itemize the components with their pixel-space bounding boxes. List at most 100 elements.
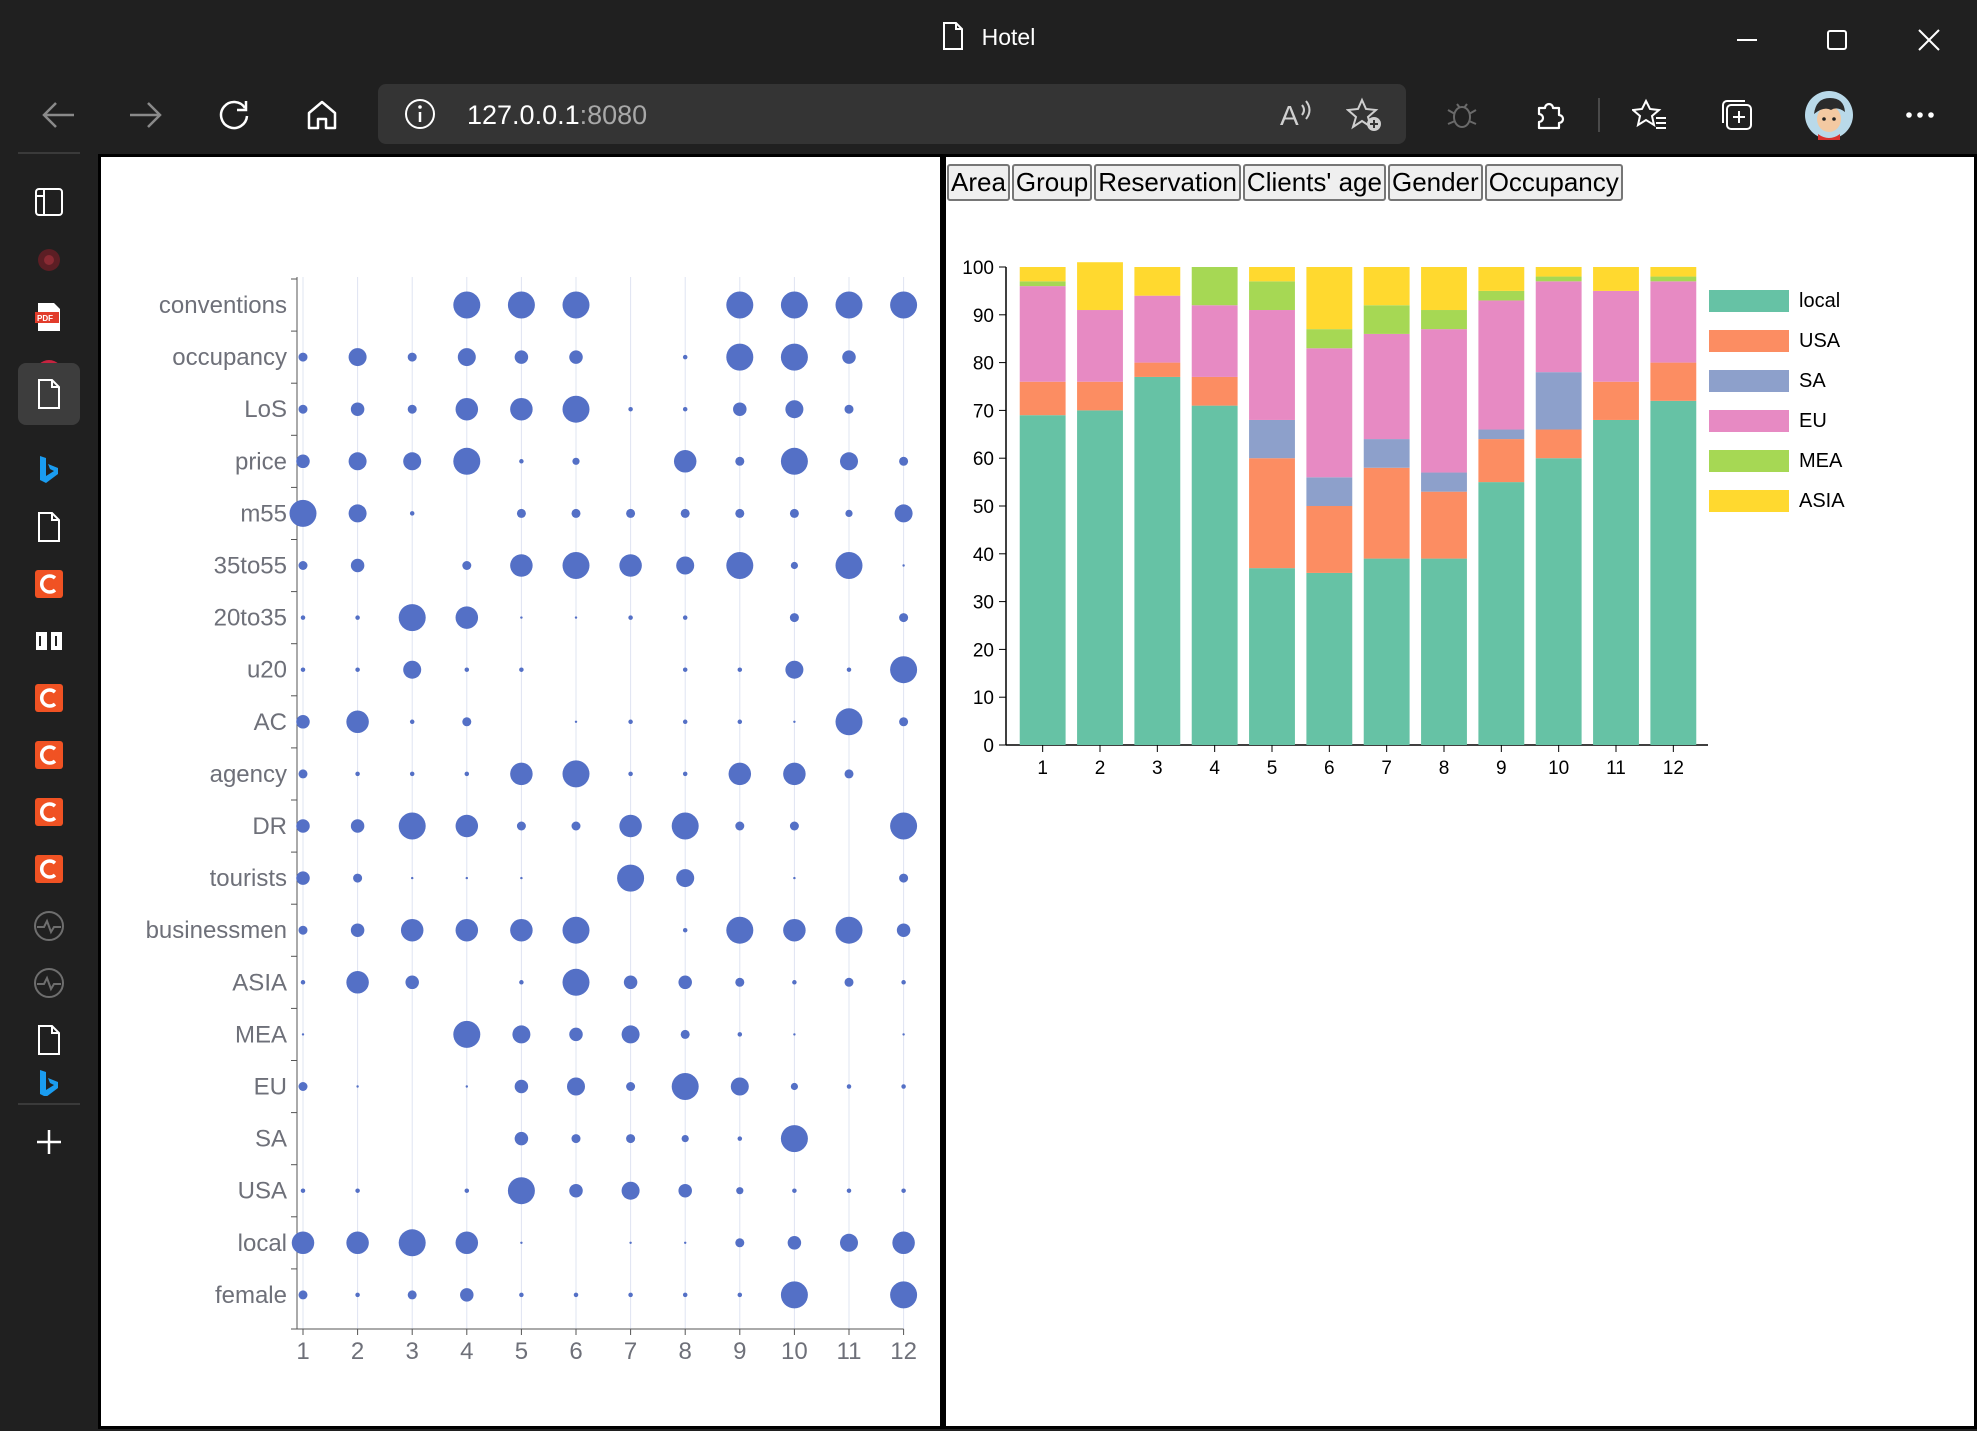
sidebar-item-tab-12[interactable] <box>24 787 74 837</box>
bubble-point <box>298 404 308 414</box>
bubble-point <box>510 397 533 421</box>
bubble-point <box>298 1082 308 1091</box>
collections-button[interactable] <box>1715 93 1759 137</box>
bar-segment-usa <box>1363 467 1410 559</box>
y-tick-label: 30 <box>973 593 994 614</box>
bubble-point <box>628 406 633 412</box>
extensions-button[interactable] <box>1528 93 1572 137</box>
bubble-point <box>726 291 754 319</box>
bubble-point <box>464 1188 470 1193</box>
bar-segment-eu <box>1019 286 1066 382</box>
toolbar-divider <box>1598 98 1600 132</box>
bubble-point <box>510 918 533 942</box>
bubble-point <box>350 819 365 833</box>
bar-segment-mea <box>1249 281 1295 311</box>
bubble-point <box>902 1033 905 1036</box>
bubble-point <box>460 1288 474 1302</box>
refresh-button[interactable] <box>212 93 256 137</box>
bubble-point <box>737 719 743 725</box>
sidebar-item-tab-13[interactable] <box>24 844 74 894</box>
bubble-point <box>846 1084 852 1089</box>
bar-segment-local <box>1019 415 1066 745</box>
more-options-button[interactable] <box>1898 93 1942 137</box>
sidebar-item-tab-3[interactable]: PDF <box>24 292 74 342</box>
c-logo-icon <box>35 741 63 769</box>
sidebar-item-tab-17[interactable] <box>24 1068 74 1096</box>
tab-gender[interactable]: Gender <box>1387 164 1483 201</box>
tab-area[interactable]: Area <box>947 164 1010 201</box>
close-button[interactable] <box>1899 18 1959 62</box>
read-aloud-icon[interactable]: A <box>1278 97 1314 136</box>
x-tick-label: 12 <box>890 1338 917 1365</box>
bubble-point <box>735 1238 745 1248</box>
bubble-point <box>398 812 426 840</box>
forward-button[interactable] <box>124 93 168 137</box>
c-logo-icon <box>35 684 63 712</box>
new-tab-button[interactable] <box>24 1117 74 1167</box>
bar-segment-sa <box>1421 472 1467 492</box>
y-tick-label: agency <box>210 761 287 788</box>
bubble-point <box>562 552 590 579</box>
bubble-point <box>407 404 417 414</box>
bubble-point <box>733 402 747 416</box>
sidebar-item-tab-9[interactable] <box>24 616 74 666</box>
y-tick-label: u20 <box>247 657 287 684</box>
sidebar-item-tab-2[interactable] <box>24 235 74 285</box>
bar-segment-sa <box>1535 372 1582 430</box>
bubble-point <box>409 719 415 725</box>
sidebar-item-tab-hotel[interactable] <box>18 363 80 425</box>
site-info-icon[interactable] <box>404 98 436 135</box>
bar-segment-eu <box>1306 348 1353 478</box>
url-text[interactable]: 127.0.0.1:8080 <box>467 100 647 131</box>
bubble-point <box>619 554 642 577</box>
bubble-point <box>569 1027 583 1042</box>
tab-group[interactable]: Group <box>1011 164 1093 201</box>
add-favorite-icon[interactable] <box>1345 97 1382 138</box>
tab-clients-age[interactable]: Clients' age <box>1242 164 1386 201</box>
sidebar-item-tab-8[interactable] <box>24 559 74 609</box>
sidebar-item-tab-11[interactable] <box>24 730 74 780</box>
sidebar-item-tab-14[interactable] <box>24 901 74 951</box>
y-tick-label: 35to55 <box>214 553 287 580</box>
bubble-point <box>793 876 796 880</box>
bar-segment-usa <box>1249 458 1295 569</box>
sidebar-item-tab-16[interactable] <box>24 1015 74 1065</box>
profile-avatar-button[interactable] <box>1803 89 1855 141</box>
chart-tabs: Area Group Reservation Clients' age Gend… <box>947 164 1625 201</box>
extension-bug-button[interactable] <box>1440 93 1484 137</box>
pdf-icon: PDF <box>35 303 60 331</box>
bar-segment-asia <box>1421 267 1467 311</box>
bubble-point <box>514 1079 529 1094</box>
home-icon <box>307 100 337 130</box>
sidebar-item-tab-10[interactable] <box>24 673 74 723</box>
bar-segment-sa <box>1249 419 1295 459</box>
bubble-point <box>681 1135 689 1143</box>
home-button[interactable] <box>300 93 344 137</box>
bubble-point <box>411 876 414 880</box>
bubble-point <box>676 556 695 575</box>
sidebar-item-tab-7[interactable] <box>24 502 74 552</box>
bubble-point <box>562 916 590 944</box>
sidebar-item-tab-actions[interactable] <box>24 177 74 227</box>
bubble-point <box>899 717 909 727</box>
sidebar-item-tab-15[interactable] <box>24 958 74 1008</box>
bubble-point <box>409 511 415 516</box>
back-button[interactable] <box>36 93 80 137</box>
bubble-point <box>621 1181 640 1200</box>
tab-occupancy[interactable]: Occupancy <box>1484 164 1623 201</box>
bar-segment-usa <box>1478 439 1525 483</box>
address-bar[interactable]: 127.0.0.1:8080 A <box>378 84 1406 144</box>
maximize-button[interactable] <box>1807 18 1867 62</box>
close-icon <box>1918 29 1940 51</box>
bubble-point <box>519 1292 524 1298</box>
bubble-point <box>512 1025 531 1044</box>
bubble-point <box>628 615 633 620</box>
sidebar-item-tab-6[interactable] <box>24 445 74 495</box>
tab-reservation[interactable]: Reservation <box>1094 164 1241 201</box>
bubble-point <box>520 876 523 880</box>
bar-segment-local <box>1421 558 1467 745</box>
bar-segment-mea <box>1306 329 1353 349</box>
favorites-button[interactable] <box>1628 93 1672 137</box>
minimize-button[interactable] <box>1717 18 1777 62</box>
y-tick-label: EU <box>254 1074 287 1101</box>
